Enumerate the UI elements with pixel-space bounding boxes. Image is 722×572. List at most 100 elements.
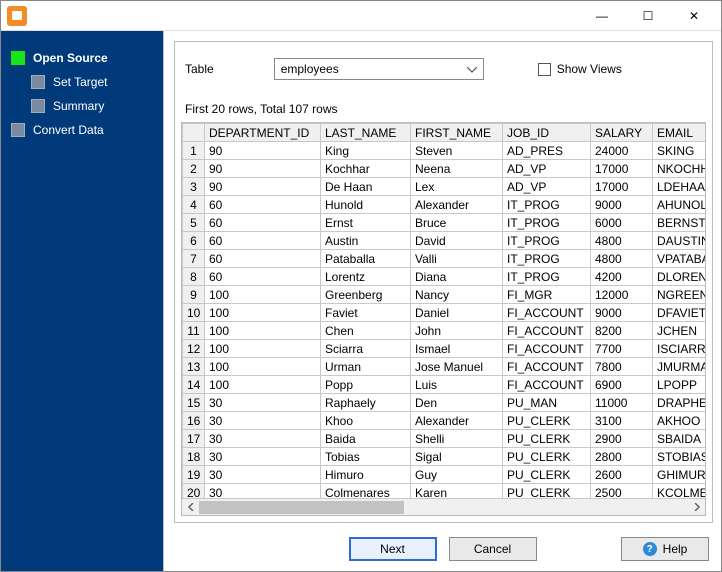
table-row[interactable]: 10100FavietDanielFI_ACCOUNT9000DFAVIET xyxy=(183,304,706,322)
sidebar-item-set-target[interactable]: Set Target xyxy=(5,69,163,93)
scroll-right-icon[interactable] xyxy=(688,499,705,516)
cell[interactable]: 60 xyxy=(205,250,321,268)
cell[interactable]: 9000 xyxy=(591,304,653,322)
cell[interactable]: Austin xyxy=(321,232,411,250)
table-row[interactable]: 13100UrmanJose ManuelFI_ACCOUNT7800JMURM… xyxy=(183,358,706,376)
row-number-cell[interactable]: 5 xyxy=(183,214,205,232)
cell[interactable]: Pataballa xyxy=(321,250,411,268)
row-number-cell[interactable]: 20 xyxy=(183,484,205,499)
cell[interactable]: DRAPHEAL xyxy=(653,394,706,412)
cell[interactable]: PU_CLERK xyxy=(503,412,591,430)
cell[interactable]: PU_CLERK xyxy=(503,466,591,484)
cell[interactable]: IT_PROG xyxy=(503,196,591,214)
cell[interactable]: Hunold xyxy=(321,196,411,214)
cell[interactable]: 30 xyxy=(205,430,321,448)
cell[interactable]: PU_CLERK xyxy=(503,430,591,448)
cell[interactable]: 2600 xyxy=(591,466,653,484)
cell[interactable]: 8200 xyxy=(591,322,653,340)
next-button[interactable]: Next xyxy=(349,537,437,561)
row-number-cell[interactable]: 13 xyxy=(183,358,205,376)
maximize-button[interactable]: ☐ xyxy=(625,1,671,31)
cell[interactable]: 4200 xyxy=(591,268,653,286)
cell[interactable]: AHUNOLD xyxy=(653,196,706,214)
row-number-cell[interactable]: 14 xyxy=(183,376,205,394)
cell[interactable]: Ismael xyxy=(411,340,503,358)
cell[interactable]: NKOCHHAR xyxy=(653,160,706,178)
cell[interactable]: 17000 xyxy=(591,178,653,196)
cell[interactable]: 60 xyxy=(205,196,321,214)
cell[interactable]: Lorentz xyxy=(321,268,411,286)
cell[interactable]: Steven xyxy=(411,142,503,160)
cell[interactable]: 90 xyxy=(205,142,321,160)
cell[interactable]: 2500 xyxy=(591,484,653,499)
cell[interactable]: Kochhar xyxy=(321,160,411,178)
row-number-cell[interactable]: 17 xyxy=(183,430,205,448)
cell[interactable]: Raphaely xyxy=(321,394,411,412)
table-row[interactable]: 460HunoldAlexanderIT_PROG9000AHUNOLD xyxy=(183,196,706,214)
cell[interactable]: JMURMAN xyxy=(653,358,706,376)
row-number-cell[interactable]: 2 xyxy=(183,160,205,178)
row-number-cell[interactable]: 18 xyxy=(183,448,205,466)
row-number-cell[interactable]: 12 xyxy=(183,340,205,358)
cell[interactable]: 100 xyxy=(205,340,321,358)
cell[interactable]: Alexander xyxy=(411,196,503,214)
scroll-track[interactable] xyxy=(199,499,688,515)
cell[interactable]: Faviet xyxy=(321,304,411,322)
row-number-cell[interactable]: 15 xyxy=(183,394,205,412)
cell[interactable]: Daniel xyxy=(411,304,503,322)
cell[interactable]: King xyxy=(321,142,411,160)
cell[interactable]: Alexander xyxy=(411,412,503,430)
cell[interactable]: STOBIAS xyxy=(653,448,706,466)
scroll-thumb[interactable] xyxy=(199,501,404,514)
cell[interactable]: 90 xyxy=(205,160,321,178)
cell[interactable]: DLORENTZ xyxy=(653,268,706,286)
cancel-button[interactable]: Cancel xyxy=(449,537,537,561)
cell[interactable]: 6900 xyxy=(591,376,653,394)
cell[interactable]: KCOLMENA xyxy=(653,484,706,499)
cell[interactable]: JCHEN xyxy=(653,322,706,340)
cell[interactable]: 2900 xyxy=(591,430,653,448)
cell[interactable]: Khoo xyxy=(321,412,411,430)
cell[interactable]: 3100 xyxy=(591,412,653,430)
cell[interactable]: FI_ACCOUNT xyxy=(503,322,591,340)
table-row[interactable]: 1830TobiasSigalPU_CLERK2800STOBIAS xyxy=(183,448,706,466)
cell[interactable]: GHIMURO xyxy=(653,466,706,484)
cell[interactable]: Baida xyxy=(321,430,411,448)
cell[interactable]: PU_CLERK xyxy=(503,484,591,499)
cell[interactable]: Sigal xyxy=(411,448,503,466)
cell[interactable]: Den xyxy=(411,394,503,412)
cell[interactable]: ISCIARRA xyxy=(653,340,706,358)
row-number-cell[interactable]: 4 xyxy=(183,196,205,214)
cell[interactable]: AD_VP xyxy=(503,160,591,178)
cell[interactable]: Colmenares xyxy=(321,484,411,499)
cell[interactable]: David xyxy=(411,232,503,250)
table-row[interactable]: 1930HimuroGuyPU_CLERK2600GHIMURO xyxy=(183,466,706,484)
cell[interactable]: 100 xyxy=(205,376,321,394)
horizontal-scrollbar[interactable] xyxy=(182,498,705,515)
col-header-job-id[interactable]: JOB_ID xyxy=(503,124,591,142)
cell[interactable]: DAUSTIN xyxy=(653,232,706,250)
row-number-cell[interactable]: 19 xyxy=(183,466,205,484)
cell[interactable]: LPOPP xyxy=(653,376,706,394)
cell[interactable]: SKING xyxy=(653,142,706,160)
col-header-salary[interactable]: SALARY xyxy=(591,124,653,142)
col-header-last-name[interactable]: LAST_NAME xyxy=(321,124,411,142)
table-row[interactable]: 1630KhooAlexanderPU_CLERK3100AKHOO xyxy=(183,412,706,430)
cell[interactable]: 9000 xyxy=(591,196,653,214)
cell[interactable]: John xyxy=(411,322,503,340)
row-number-cell[interactable]: 11 xyxy=(183,322,205,340)
cell[interactable]: De Haan xyxy=(321,178,411,196)
cell[interactable]: SBAIDA xyxy=(653,430,706,448)
cell[interactable]: 60 xyxy=(205,214,321,232)
cell[interactable]: Diana xyxy=(411,268,503,286)
table-row[interactable]: 1530RaphaelyDenPU_MAN11000DRAPHEAL xyxy=(183,394,706,412)
cell[interactable]: 7800 xyxy=(591,358,653,376)
cell[interactable]: FI_ACCOUNT xyxy=(503,358,591,376)
cell[interactable]: 100 xyxy=(205,358,321,376)
table-row[interactable]: 660AustinDavidIT_PROG4800DAUSTIN xyxy=(183,232,706,250)
cell[interactable]: 4800 xyxy=(591,232,653,250)
table-row[interactable]: 760PataballaValliIT_PROG4800VPATABAL xyxy=(183,250,706,268)
cell[interactable]: 4800 xyxy=(591,250,653,268)
minimize-button[interactable]: — xyxy=(579,1,625,31)
table-row[interactable]: 290KochharNeenaAD_VP17000NKOCHHAR xyxy=(183,160,706,178)
